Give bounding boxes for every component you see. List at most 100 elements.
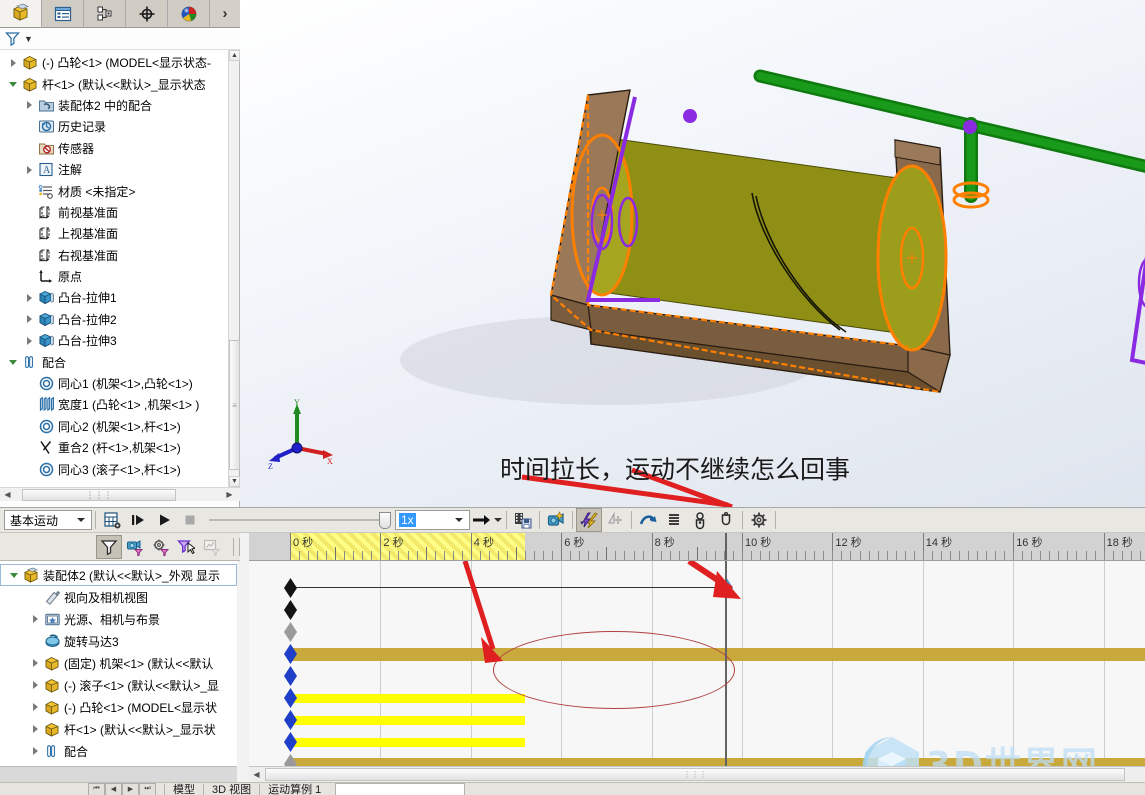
feature-tree-item[interactable]: 前视基准面 [0, 202, 229, 223]
dimxpert-tab[interactable] [126, 0, 168, 27]
tree-twisty[interactable] [28, 659, 42, 667]
feature-tree-item[interactable]: 历史记录 [0, 116, 229, 137]
filter-all-button[interactable] [96, 534, 122, 559]
keyframe-marker[interactable] [284, 622, 297, 642]
feature-tree-item[interactable]: 凸台-拉伸2 [0, 309, 229, 330]
keyframe-marker[interactable] [284, 732, 297, 752]
chevron-right-icon[interactable] [32, 615, 38, 623]
feature-tree-item[interactable]: 同心2 (机架<1>,杆<1>) [0, 416, 229, 437]
spring-button[interactable] [602, 508, 628, 532]
timeline-ruler[interactable]: 0 秒 2 秒 4 秒 6 秒 8 秒 10 秒 12 秒 14 秒 16 秒 18 秒 [249, 533, 1145, 561]
status-tab-3dviews[interactable]: 3D 视图 [204, 781, 259, 795]
scroll-thumb[interactable]: ≡ [229, 340, 240, 470]
feature-tree-item[interactable]: A 注解 [0, 159, 229, 180]
chevron-right-icon[interactable] [26, 336, 32, 345]
feature-tree-item[interactable]: 宽度1 (凸轮<1> ,机架<1> ) [0, 394, 229, 415]
motion-tree-item[interactable]: 杆<1> (默认<<默认>_显示状 [0, 718, 237, 740]
filter-funnel-icon[interactable] [5, 31, 23, 47]
feature-tree-tab[interactable] [0, 0, 42, 27]
motion-tree-item[interactable]: (-) 凸轮<1> (MODEL<显示状 [0, 696, 237, 718]
motion-tree-item[interactable]: 旋转马达3 [0, 630, 237, 652]
playback-mode-button[interactable] [470, 508, 492, 532]
study-type-dropdown[interactable]: 基本运动 [4, 510, 92, 530]
slider-thumb[interactable] [379, 512, 391, 529]
status-nav-button[interactable]: ▶ [122, 782, 139, 795]
feature-tree-item[interactable]: 杆<1> (默认<<默认>_显示状态 [0, 73, 229, 94]
chevron-right-icon[interactable] [26, 315, 32, 324]
rod-component-track[interactable] [249, 731, 1145, 753]
timeline-bar[interactable] [290, 648, 1145, 661]
tree-twisty[interactable] [6, 81, 20, 87]
status-nav-button[interactable]: ⏭ [139, 782, 156, 795]
play-from-start-button[interactable] [125, 508, 151, 532]
chevron-right-icon[interactable] [32, 659, 38, 667]
feature-tree-item[interactable]: 右视基准面 [0, 245, 229, 266]
calculate-button[interactable] [99, 508, 125, 532]
chevron-right-icon[interactable] [26, 165, 32, 174]
motor-button[interactable] [576, 508, 602, 532]
motion-tree-item[interactable]: 装配体2 (默认<<默认>_外观 显示 [0, 564, 237, 586]
chevron-right-icon[interactable] [32, 703, 38, 711]
feature-tree-item[interactable]: 凸台-拉伸3 [0, 330, 229, 351]
keyframe-marker[interactable] [284, 754, 297, 766]
motion-tree-item[interactable]: 光源、相机与布景 [0, 608, 237, 630]
save-animation-button[interactable] [510, 508, 536, 532]
graphics-viewport[interactable]: 时间拉长，运动不继续怎么回事 Y X Z [240, 0, 1145, 507]
timeline-horizontal-scrollbar[interactable]: ◀ ⋮⋮⋮ [249, 766, 1145, 782]
status-nav-button[interactable]: ⏮ [88, 782, 105, 795]
force-button[interactable] [661, 508, 687, 532]
tree-twisty[interactable] [22, 165, 36, 174]
feature-tree-item[interactable]: 配合 [0, 351, 229, 372]
tree-twisty[interactable] [28, 703, 42, 711]
tree-twisty[interactable] [6, 359, 20, 365]
more-tabs-button[interactable]: › [210, 0, 240, 27]
feature-tree-item[interactable]: 材质 <未指定> [0, 180, 229, 201]
contact-button[interactable] [687, 508, 713, 532]
frame-component-track[interactable] [249, 665, 1145, 687]
scroll-left-arrow[interactable]: ◀ [0, 488, 15, 502]
status-tab-model[interactable]: 模型 [165, 781, 203, 795]
tree-twisty[interactable] [22, 293, 36, 302]
feature-tree-item[interactable]: 重合2 (杆<1>,机架<1>) [0, 437, 229, 458]
timeline-tracks[interactable]: 3D世界网 WWW.3DSJW.COM [249, 561, 1145, 766]
scroll-thumb-horizontal[interactable]: ⋮⋮⋮ [265, 768, 1125, 781]
scroll-down-arrow[interactable]: ▼ [229, 476, 240, 487]
playback-speed-slider[interactable] [209, 510, 391, 530]
motion-tree-item[interactable]: 配合 [0, 740, 237, 762]
stop-button[interactable] [177, 508, 203, 532]
configuration-manager-tab[interactable] [84, 0, 126, 27]
feature-tree-vertical-scrollbar[interactable]: ▲ ≡ ▼ [228, 50, 240, 487]
keyframe-marker[interactable] [284, 578, 297, 598]
playback-speed-dropdown[interactable]: 1x [395, 510, 470, 530]
tree-twisty[interactable] [28, 615, 42, 623]
feature-tree[interactable]: (-) 凸轮<1> (MODEL<显示状态- 杆<1> (默认<<默认>_显示状… [0, 50, 229, 487]
status-nav-buttons[interactable]: ⏮ ◀ ▶ ⏭ [88, 782, 156, 795]
feature-tree-item[interactable]: 装配体2 中的配合 [0, 95, 229, 116]
feature-tree-item[interactable]: 传感器 [0, 138, 229, 159]
filter-results-button[interactable] [199, 535, 225, 559]
chevron-down-icon[interactable] [9, 81, 17, 87]
timeline-bar[interactable] [290, 716, 526, 725]
orientation-camera-track[interactable] [249, 599, 1145, 621]
feature-tree-item[interactable]: 上视基准面 [0, 223, 229, 244]
filter-selected-button[interactable] [173, 535, 199, 559]
mates-track[interactable] [249, 753, 1145, 766]
scroll-left-arrow[interactable]: ◀ [249, 768, 264, 782]
filter-animated-button[interactable] [122, 535, 148, 559]
keyframe-marker[interactable] [284, 710, 297, 730]
feature-tree-item[interactable]: 同心1 (机架<1>,凸轮<1>) [0, 373, 229, 394]
feature-tree-horizontal-scrollbar[interactable]: ◀ ⋮⋮⋮ ▶ [0, 487, 240, 501]
display-manager-tab[interactable] [168, 0, 210, 27]
motion-tree-item[interactable]: 视向及相机视图 [0, 586, 237, 608]
tree-twisty[interactable] [22, 101, 36, 110]
tree-twisty[interactable] [7, 572, 21, 578]
animation-wizard-button[interactable] [543, 508, 569, 532]
chevron-right-icon[interactable] [10, 58, 16, 67]
status-nav-button[interactable]: ◀ [105, 782, 122, 795]
motion-tree-item[interactable]: (-) 滚子<1> (默认<<默认>_显 [0, 674, 237, 696]
chevron-right-icon[interactable] [32, 681, 38, 689]
timeline-bar[interactable] [290, 758, 1145, 766]
motion-study-properties-button[interactable] [746, 508, 772, 532]
play-button[interactable] [151, 508, 177, 532]
rotary-motor-track[interactable] [249, 643, 1145, 665]
